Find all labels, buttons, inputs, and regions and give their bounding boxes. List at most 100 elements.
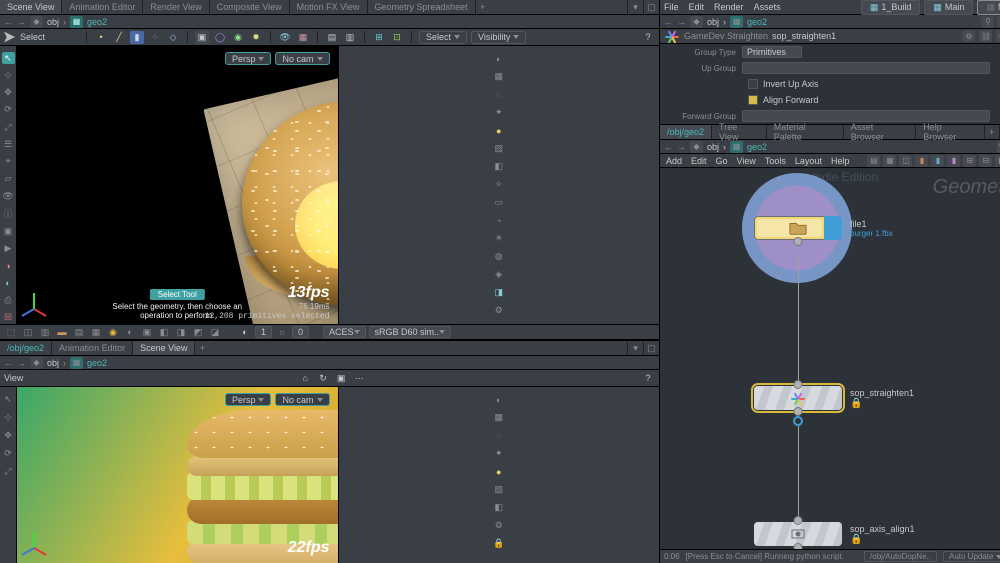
parm-fwd-icon[interactable]: → bbox=[677, 17, 686, 27]
nt-b-icon[interactable]: ▦ bbox=[883, 155, 896, 167]
tab-objgeo2-bottom[interactable]: /obj/geo2 bbox=[0, 341, 52, 355]
tool-quickrender-icon[interactable]: ◑ bbox=[2, 260, 15, 272]
dopt-d-icon[interactable]: ▬ bbox=[55, 326, 69, 338]
netmenu-view[interactable]: View bbox=[737, 156, 756, 166]
sel-lasso-icon[interactable]: ◯ bbox=[213, 31, 227, 44]
group-type-dropdown[interactable]: Primitives bbox=[742, 46, 802, 58]
path2-back-icon[interactable]: ← bbox=[4, 358, 13, 368]
sel-brush-icon[interactable]: ◉ bbox=[231, 31, 245, 44]
vp2-help-icon[interactable]: ? bbox=[641, 372, 655, 385]
parm-gear-icon[interactable]: ⚙ bbox=[962, 30, 975, 42]
axis-gizmo[interactable] bbox=[23, 288, 47, 312]
parm-info-icon[interactable]: ⓘ bbox=[996, 30, 1000, 42]
netmenu-edit[interactable]: Edit bbox=[691, 156, 707, 166]
menu-file[interactable]: File bbox=[664, 2, 679, 12]
dopt-c-icon[interactable]: ▥ bbox=[38, 326, 52, 338]
disp-settings-icon[interactable]: ⚙ bbox=[492, 304, 505, 317]
node-sop-axis-align1[interactable]: sop_axis_align1 🔒 bbox=[754, 522, 915, 546]
display-flag-straighten[interactable] bbox=[793, 416, 803, 426]
path-back-icon[interactable]: ← bbox=[4, 17, 13, 27]
path-seg-geo2[interactable]: geo2 bbox=[87, 17, 107, 27]
desktop-main2[interactable]: ▦Main bbox=[977, 0, 1000, 15]
dopt-e-icon[interactable]: ▤ bbox=[72, 326, 86, 338]
sel-contained-icon[interactable]: ▦ bbox=[296, 31, 310, 44]
tool-select-icon[interactable]: ↖ bbox=[2, 52, 15, 64]
pane-menu-icon[interactable]: ▾ bbox=[627, 0, 643, 14]
path-seg-obj[interactable]: obj bbox=[47, 17, 59, 27]
pane-max-bottom-icon[interactable]: ▢ bbox=[643, 341, 659, 355]
vp2-orbit-icon[interactable]: ↻ bbox=[316, 372, 330, 385]
parm-obj-icon[interactable]: ◆ bbox=[690, 16, 703, 28]
pane-maximize-icon[interactable]: ▢ bbox=[643, 0, 659, 14]
nt-a-icon[interactable]: ▤ bbox=[867, 155, 880, 167]
axis-gizmo-2[interactable] bbox=[23, 527, 47, 551]
network-canvas[interactable]: Geometry Indie Edition bbox=[660, 168, 1000, 549]
aces-dropdown[interactable]: ACES bbox=[323, 326, 366, 338]
tab-composite[interactable]: Composite View bbox=[210, 0, 290, 14]
tool-flipbook-icon[interactable]: ▶ bbox=[2, 243, 15, 255]
tab-add-button[interactable]: + bbox=[476, 0, 490, 14]
status-auto-update[interactable]: Auto Update bbox=[943, 551, 1000, 562]
visibility-dropdown[interactable]: Visibility bbox=[471, 31, 526, 44]
disp-light-icon[interactable]: ✦ bbox=[492, 106, 505, 119]
parm-back-icon[interactable]: ← bbox=[664, 17, 673, 27]
nettab-matpal[interactable]: Material Palette bbox=[767, 125, 844, 139]
dopt-k-icon[interactable]: ◨ bbox=[174, 326, 188, 338]
brightness-icon[interactable]: ☼ bbox=[275, 326, 289, 338]
netmenu-add[interactable]: Add bbox=[666, 156, 682, 166]
net-path-obj[interactable]: obj bbox=[707, 142, 719, 152]
dopt-l-icon[interactable]: ◩ bbox=[191, 326, 205, 338]
tool-pose-icon[interactable]: ☰ bbox=[2, 138, 15, 150]
cam2-nocam[interactable]: No cam bbox=[275, 393, 329, 406]
menu-render[interactable]: Render bbox=[714, 2, 744, 12]
sel-mode-prim-icon[interactable]: ▮ bbox=[130, 31, 144, 44]
exposure-value[interactable]: 0 bbox=[292, 326, 309, 338]
dopt-a-icon[interactable]: ⬚ bbox=[4, 326, 18, 338]
forward-group-field[interactable] bbox=[742, 110, 990, 122]
vp2-misc-icon[interactable]: ⋯ bbox=[352, 372, 366, 385]
parm-geo-icon[interactable]: ▦ bbox=[730, 16, 743, 28]
d2-f-icon[interactable]: ▧ bbox=[492, 483, 505, 496]
d2-c-icon[interactable]: ◌ bbox=[492, 429, 505, 442]
dopt-m-icon[interactable]: ◪ bbox=[208, 326, 222, 338]
path2-fwd-icon[interactable]: → bbox=[17, 358, 26, 368]
t2-scale-icon[interactable]: ⤢ bbox=[2, 465, 15, 478]
wire-file-to-straighten[interactable] bbox=[798, 254, 799, 386]
parm-path-geo[interactable]: geo2 bbox=[747, 17, 767, 27]
disp-bg-icon[interactable]: ◧ bbox=[492, 160, 505, 173]
nt-f-icon[interactable]: ▮ bbox=[947, 155, 960, 167]
parm-pin-icon[interactable]: ⚲ bbox=[981, 16, 994, 28]
geo2-icon[interactable]: ▦ bbox=[70, 357, 83, 369]
t2-select-icon[interactable]: ↖ bbox=[2, 393, 15, 406]
align-forward-checkbox[interactable]: ✓ bbox=[748, 95, 758, 105]
toolbar-help-icon[interactable]: ? bbox=[641, 31, 655, 44]
netmenu-help[interactable]: Help bbox=[831, 156, 850, 166]
disp-mat-icon[interactable]: ◔ bbox=[492, 214, 505, 227]
disp-sel-icon[interactable]: ● bbox=[492, 124, 505, 137]
dopt-g-icon[interactable]: ◉ bbox=[106, 326, 120, 338]
netmenu-go[interactable]: Go bbox=[716, 156, 728, 166]
sel-uvconn-icon[interactable]: ⊡ bbox=[390, 31, 404, 44]
tool-snapshot-icon[interactable]: ⎙ bbox=[2, 294, 15, 306]
dopt-h-icon[interactable]: ◐ bbox=[123, 326, 137, 338]
nt-c-icon[interactable]: ◫ bbox=[899, 155, 912, 167]
d2-lock-icon[interactable]: 🔒 bbox=[492, 537, 505, 550]
tool-scale-icon[interactable]: ⤢ bbox=[2, 121, 15, 133]
desktop-main1[interactable]: ▦Main bbox=[924, 0, 973, 15]
sel-visible-icon[interactable]: 👁 bbox=[278, 31, 292, 44]
vp2-frame-icon[interactable]: ▣ bbox=[334, 372, 348, 385]
tool-cplane-icon[interactable]: ▱ bbox=[2, 173, 15, 185]
nt-e-icon[interactable]: ▮ bbox=[931, 155, 944, 167]
disp-xray-icon[interactable]: ◈ bbox=[492, 268, 505, 281]
net-obj-icon[interactable]: ◆ bbox=[690, 141, 703, 153]
net-fwd-icon[interactable]: → bbox=[677, 142, 686, 152]
parm-node-name[interactable]: sop_straighten1 bbox=[772, 31, 836, 41]
tab-scene-view[interactable]: Scene View bbox=[0, 0, 62, 14]
d2-h-icon[interactable]: ⚙ bbox=[492, 519, 505, 532]
up-group-field[interactable] bbox=[742, 62, 990, 74]
status-cook-path[interactable]: /obj/AutoDopNe.. bbox=[864, 551, 937, 562]
t2-move-icon[interactable]: ✥ bbox=[2, 429, 15, 442]
disp-cam-icon[interactable]: ▭ bbox=[492, 196, 505, 209]
disp-shade-icon[interactable]: ◐ bbox=[492, 52, 505, 65]
tool-inspect-icon[interactable]: ⓘ bbox=[2, 207, 15, 220]
